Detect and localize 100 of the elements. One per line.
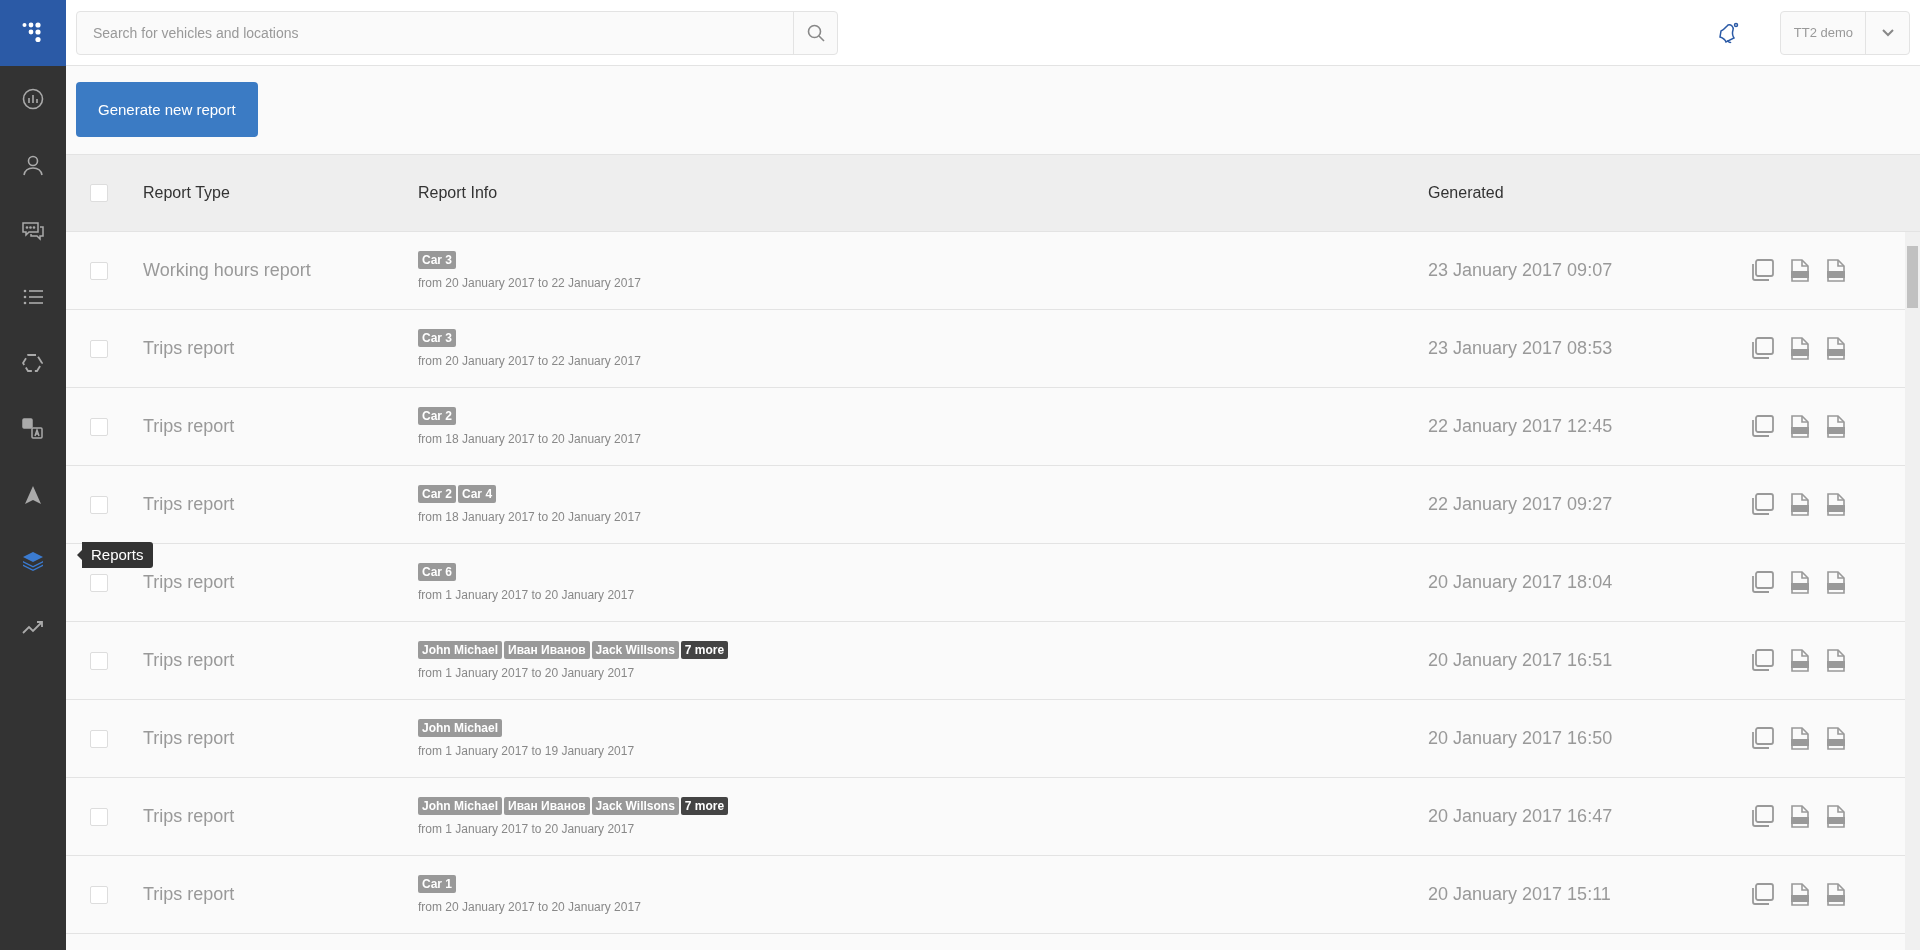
tag: John Michael [418, 719, 502, 737]
windows-icon [1752, 726, 1774, 749]
spreadsheet-download-button[interactable] [1790, 726, 1810, 751]
document-download-button[interactable] [1826, 804, 1846, 829]
tag: John Michael [418, 641, 502, 659]
view-button[interactable] [1752, 414, 1774, 439]
view-button[interactable] [1752, 492, 1774, 517]
document-download-button[interactable] [1826, 414, 1846, 439]
view-button[interactable] [1752, 336, 1774, 361]
generated-date: 20 January 2017 16:50 [1428, 728, 1614, 749]
report-period: from 18 January 2017 to 20 January 2017 [418, 432, 642, 446]
row-checkbox[interactable] [90, 573, 108, 592]
generated-date: 22 January 2017 12:45 [1428, 416, 1614, 437]
document-download-button[interactable] [1826, 648, 1846, 673]
logo[interactable] [0, 0, 66, 66]
document-download-button[interactable] [1826, 726, 1846, 751]
file-icon [1790, 492, 1810, 517]
column-header[interactable]: Generated [1428, 184, 1740, 202]
file-icon [1826, 336, 1846, 361]
column-header[interactable]: Report Type [143, 184, 418, 202]
row-checkbox[interactable] [90, 885, 108, 904]
generated-date: 20 January 2017 16:47 [1428, 806, 1614, 827]
report-type: Trips report [143, 728, 236, 749]
report-type: Working hours report [143, 260, 312, 281]
select-all-checkbox[interactable] [90, 184, 108, 202]
file-icon [1790, 258, 1810, 283]
generated-date: 20 January 2017 16:51 [1428, 650, 1614, 671]
chart-icon [22, 88, 44, 110]
navigation-arrow-icon [25, 486, 41, 504]
file-icon [1790, 726, 1810, 751]
view-button[interactable] [1752, 258, 1774, 283]
windows-icon [1752, 882, 1774, 905]
letter-blocks-icon [22, 418, 44, 440]
document-download-button[interactable] [1826, 258, 1846, 283]
more-tag[interactable]: 7 more [680, 797, 729, 815]
row-checkbox[interactable] [90, 651, 108, 670]
document-download-button[interactable] [1826, 492, 1846, 517]
user-icon [22, 154, 44, 176]
tag: Car 6 [418, 563, 457, 581]
search-icon [806, 23, 825, 42]
view-button[interactable] [1752, 882, 1774, 907]
report-type: Trips report [143, 572, 236, 593]
windows-icon [1752, 804, 1774, 827]
spreadsheet-download-button[interactable] [1790, 804, 1810, 829]
view-button[interactable] [1752, 804, 1774, 829]
file-icon [1826, 648, 1846, 673]
view-button[interactable] [1752, 570, 1774, 595]
document-download-button[interactable] [1826, 882, 1846, 907]
report-type: Trips report [143, 806, 236, 827]
row-checkbox[interactable] [90, 495, 108, 514]
row-checkbox[interactable] [90, 339, 108, 358]
spreadsheet-download-button[interactable] [1790, 648, 1810, 673]
spreadsheet-download-button[interactable] [1790, 414, 1810, 439]
file-icon [1826, 258, 1846, 283]
spreadsheet-download-button[interactable] [1790, 336, 1810, 361]
file-icon [1826, 492, 1846, 517]
chevron-down-icon [1881, 28, 1894, 37]
file-icon [1826, 726, 1846, 751]
windows-icon [1752, 648, 1774, 671]
bell-icon[interactable] [1717, 21, 1740, 44]
row-checkbox[interactable] [90, 807, 108, 826]
report-type: Trips report [143, 416, 236, 437]
report-type: Trips report [143, 650, 236, 671]
list-icon [23, 289, 43, 305]
chat-icon [22, 221, 44, 241]
file-icon [1826, 804, 1846, 829]
tag: Car 2 [418, 485, 457, 503]
file-icon [1826, 570, 1846, 595]
spreadsheet-download-button[interactable] [1790, 492, 1810, 517]
document-download-button[interactable] [1826, 570, 1846, 595]
tag: Car 4 [458, 485, 497, 503]
generated-date: 23 January 2017 09:07 [1428, 260, 1614, 281]
row-checkbox[interactable] [90, 261, 108, 280]
report-period: from 1 January 2017 to 20 January 2017 [418, 822, 636, 836]
spreadsheet-download-button[interactable] [1790, 570, 1810, 595]
row-checkbox[interactable] [90, 417, 108, 436]
file-icon [1790, 336, 1810, 361]
spreadsheet-download-button[interactable] [1790, 258, 1810, 283]
generated-date: 20 January 2017 18:04 [1428, 572, 1614, 593]
file-icon [1790, 570, 1810, 595]
row-checkbox[interactable] [90, 729, 108, 748]
file-icon [1826, 414, 1846, 439]
report-period: from 1 January 2017 to 19 January 2017 [418, 744, 636, 758]
spreadsheet-download-button[interactable] [1790, 882, 1810, 907]
generate-report-button[interactable]: Generate new report [76, 82, 258, 137]
more-tag[interactable]: 7 more [680, 641, 729, 659]
account-name: TT2 demo [1792, 25, 1854, 40]
tag: Car 3 [418, 251, 457, 269]
document-download-button[interactable] [1826, 336, 1846, 361]
column-header[interactable]: Report Info [418, 184, 1428, 202]
tag: Car 2 [418, 407, 457, 425]
view-button[interactable] [1752, 648, 1774, 673]
report-period: from 20 January 2017 to 22 January 2017 [418, 354, 642, 368]
file-icon [1790, 882, 1810, 907]
report-period: from 20 January 2017 to 20 January 2017 [418, 900, 642, 914]
file-icon [1790, 414, 1810, 439]
scrollbar[interactable] [1905, 232, 1920, 950]
trend-icon [22, 620, 44, 634]
tooltip: Reports [76, 542, 153, 568]
view-button[interactable] [1752, 726, 1774, 751]
